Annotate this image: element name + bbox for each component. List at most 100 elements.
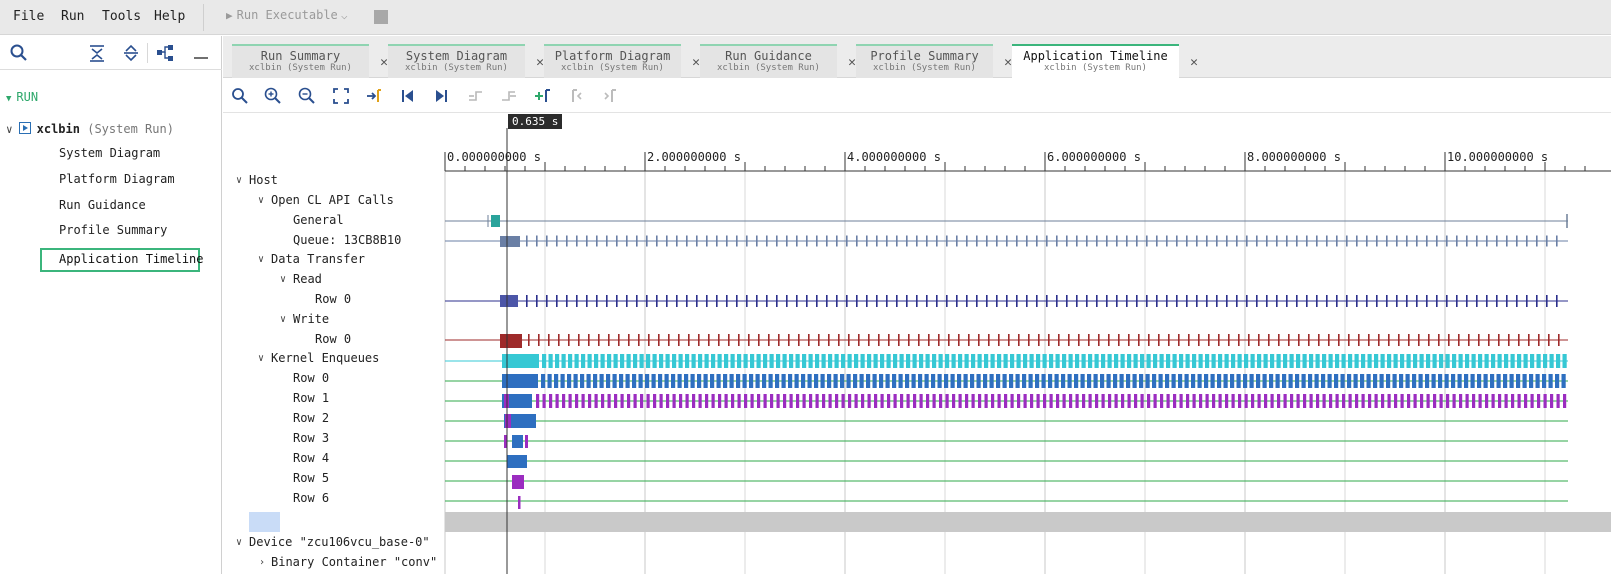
kernel-event-tick: [1237, 354, 1242, 368]
write-event-tick: [1358, 334, 1360, 346]
kernel-event-tick: [1361, 354, 1366, 368]
write-event-tick: [968, 334, 970, 346]
kernel-row1-event-tick: [672, 394, 676, 408]
kernel-row0-event-tick: [1145, 374, 1150, 388]
kernel-event-tick: [1185, 354, 1190, 368]
kernel-event-tick: [1055, 354, 1060, 368]
read-event-tick: [1026, 295, 1028, 307]
queue-event-tick: [1146, 235, 1148, 247]
queue-event-tick: [1556, 235, 1558, 247]
write-event-tick: [598, 334, 600, 346]
kernel-event-tick: [730, 354, 735, 368]
queue-burst-block: [500, 236, 520, 247]
read-event-tick: [1006, 295, 1008, 307]
queue-event-tick: [546, 235, 548, 247]
kernel-row1-event-tick: [997, 394, 1001, 408]
queue-event-tick: [1066, 235, 1068, 247]
write-event-tick: [818, 334, 820, 346]
queue-event-tick: [1026, 235, 1028, 247]
kernel-event-tick: [542, 354, 547, 368]
read-event-tick: [1166, 295, 1168, 307]
kernel-row3-burst-block: [512, 435, 523, 448]
queue-event-tick: [806, 235, 808, 247]
kernel-row0-event-tick: [554, 374, 559, 388]
kernel-row0-event-tick: [684, 374, 689, 388]
kernel-row1-event-tick: [1186, 394, 1190, 408]
kernel-event-tick: [769, 354, 774, 368]
write-event-tick: [948, 334, 950, 346]
kernel-row1-event-tick: [1121, 394, 1125, 408]
read-event-tick: [1266, 295, 1268, 307]
write-event-tick: [558, 334, 560, 346]
time-ruler[interactable]: [444, 152, 1611, 172]
read-event-tick: [1016, 295, 1018, 307]
kernel-row1-event-tick: [874, 394, 878, 408]
queue-event-tick: [526, 235, 528, 247]
read-event-tick: [1356, 295, 1358, 307]
kernel-row0-event-tick: [1340, 374, 1345, 388]
kernel-event-tick: [1510, 354, 1515, 368]
kernel-row1-event-tick: [1153, 394, 1157, 408]
write-event-tick: [1058, 334, 1060, 346]
kernel-event-tick: [860, 354, 865, 368]
read-event-tick: [566, 295, 568, 307]
kernel-event-tick: [1289, 354, 1294, 368]
kernel-event-tick: [1484, 354, 1489, 368]
kernel-row1-event-tick: [1452, 394, 1456, 408]
kernel-event-tick: [1517, 354, 1522, 368]
write-event-tick: [758, 334, 760, 346]
read-event-tick: [706, 295, 708, 307]
kernel-row1-event-tick: [776, 394, 780, 408]
kernel-row0-event-tick: [1132, 374, 1137, 388]
queue-event-tick: [866, 235, 868, 247]
read-event-tick: [1436, 295, 1438, 307]
queue-event-tick: [1196, 235, 1198, 247]
read-event-tick: [1496, 295, 1498, 307]
kernel-row1-event-tick: [1322, 394, 1326, 408]
read-event-tick: [1216, 295, 1218, 307]
kernel-event-tick: [1283, 354, 1288, 368]
read-event-tick: [1286, 295, 1288, 307]
kernel-row0-event-tick: [599, 374, 604, 388]
kernel-row0-event-tick: [1522, 374, 1527, 388]
kernel-event-tick: [802, 354, 807, 368]
kernel-row1-event-tick: [1056, 394, 1060, 408]
kernel-row0-event-tick: [1516, 374, 1521, 388]
queue-event-tick: [1376, 235, 1378, 247]
kernel-event-tick: [743, 354, 748, 368]
read-event-tick: [526, 295, 528, 307]
kernel-row1-event-tick: [653, 394, 657, 408]
kernel-event-tick: [925, 354, 930, 368]
kernel-event-tick: [1556, 354, 1561, 368]
queue-event-tick: [1386, 235, 1388, 247]
kernel-row0-event-tick: [1061, 374, 1066, 388]
kernel-row1-event-tick: [640, 394, 644, 408]
queue-event-tick: [1216, 235, 1218, 247]
kernel-event-tick: [1322, 354, 1327, 368]
timeline-traces: [445, 214, 1611, 532]
read-event-tick: [1196, 295, 1198, 307]
kernel-row1-event-tick: [1173, 394, 1177, 408]
kernel-event-tick: [1257, 354, 1262, 368]
kernel-event-tick: [990, 354, 995, 368]
kernel-event-tick: [1205, 354, 1210, 368]
read-event-tick: [1186, 295, 1188, 307]
kernel-event-tick: [782, 354, 787, 368]
read-event-tick: [1306, 295, 1308, 307]
write-event-tick: [1548, 334, 1550, 346]
kernel-event-tick: [1452, 354, 1457, 368]
kernel-event-tick: [1029, 354, 1034, 368]
kernel-row1-event-tick: [536, 394, 540, 408]
kernel-row0-event-tick: [1314, 374, 1319, 388]
kernel-row1-event-tick: [1017, 394, 1021, 408]
timeline-canvas[interactable]: [0, 0, 1611, 574]
write-event-tick: [1148, 334, 1150, 346]
kernel-row1-event-tick: [1069, 394, 1073, 408]
kernel-row1-event-tick: [978, 394, 982, 408]
kernel-row1-event-tick: [620, 394, 624, 408]
read-burst-block: [500, 295, 518, 307]
kernel-row1-event-tick: [1270, 394, 1274, 408]
kernel-event-tick: [821, 354, 826, 368]
kernel-row1-event-tick: [1504, 394, 1508, 408]
kernel-event-tick: [873, 354, 878, 368]
